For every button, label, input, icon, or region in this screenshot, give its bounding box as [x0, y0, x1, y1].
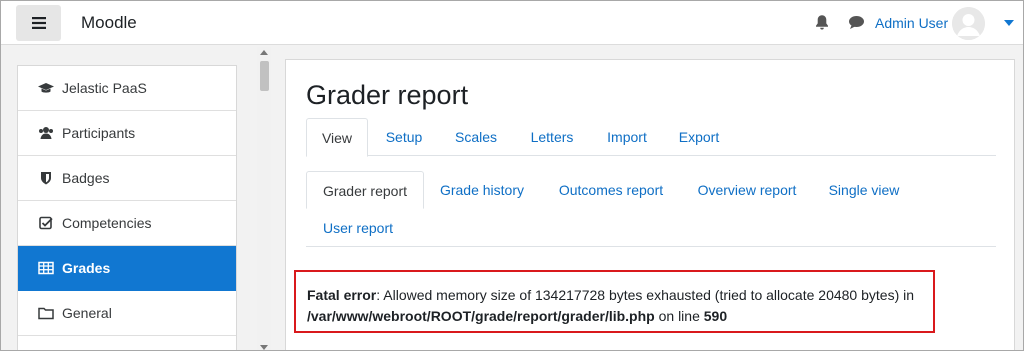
secondary-tabs: Grader report Grade history Outcomes rep…: [306, 171, 996, 247]
nav-drawer: Jelastic PaaS Participants Badges Compet…: [17, 65, 237, 350]
nav-item-grades[interactable]: Grades: [18, 246, 236, 291]
error-line-number: 590: [703, 308, 728, 324]
user-menu-name[interactable]: Admin User: [875, 15, 948, 31]
subtab-single-view[interactable]: Single view: [820, 171, 908, 209]
shield-icon: [41, 172, 51, 185]
scroll-down-arrow-icon[interactable]: [260, 345, 268, 350]
tab-letters[interactable]: Letters: [521, 118, 583, 156]
nav-item-label: Grades: [62, 260, 111, 276]
tab-export[interactable]: Export: [669, 118, 729, 156]
folder-icon: [38, 307, 54, 320]
nav-item-label: General: [62, 305, 112, 321]
browser-frame: Moodle Admin User Jelastic PaaS Particip…: [0, 0, 1024, 351]
nav-item-label: Badges: [62, 170, 110, 186]
top-navbar: Moodle Admin User: [1, 1, 1023, 45]
avatar[interactable]: [952, 7, 985, 40]
subtab-grader-report[interactable]: Grader report: [306, 171, 424, 209]
tab-view[interactable]: View: [306, 118, 368, 157]
nav-item-jelastic-paas[interactable]: Jelastic PaaS: [18, 66, 236, 111]
tab-scales[interactable]: Scales: [446, 118, 506, 156]
checkbox-icon: [39, 216, 53, 230]
user-avatar-icon: [952, 7, 985, 40]
bell-icon[interactable]: [814, 14, 830, 31]
nav-item-general[interactable]: General: [18, 291, 236, 336]
tab-import[interactable]: Import: [596, 118, 658, 156]
nav-item-competencies[interactable]: Competencies: [18, 201, 236, 246]
fatal-error-message: Fatal error: Allowed memory size of 1342…: [294, 270, 935, 333]
error-file-path: /var/www/webroot/ROOT/grade/report/grade…: [307, 308, 655, 324]
tab-setup[interactable]: Setup: [376, 118, 432, 156]
scrollbar-thumb[interactable]: [260, 61, 269, 91]
table-icon: [38, 261, 54, 275]
menu-toggle-button[interactable]: [16, 5, 61, 41]
nav-item-label: Competencies: [62, 215, 152, 231]
nav-item-label: Participants: [62, 125, 136, 141]
scroll-up-arrow-icon[interactable]: [260, 50, 268, 55]
subtab-overview-report[interactable]: Overview report: [687, 171, 807, 209]
nav-item-label: Jelastic PaaS: [62, 80, 147, 96]
primary-tabs: View Setup Scales Letters Import Export: [306, 118, 996, 157]
page-title: Grader report: [306, 80, 469, 110]
subtab-outcomes-report[interactable]: Outcomes report: [549, 171, 673, 209]
chevron-down-icon[interactable]: [1004, 20, 1014, 26]
hamburger-icon: [31, 17, 46, 29]
error-on-line-text: on line: [654, 308, 704, 324]
subtab-user-report[interactable]: User report: [314, 209, 402, 247]
chat-icon[interactable]: [848, 15, 865, 30]
nav-item-badges[interactable]: Badges: [18, 156, 236, 201]
main-content-card: Grader report View Setup Scales Letters …: [285, 59, 1015, 350]
subtab-grade-history[interactable]: Grade history: [430, 171, 534, 209]
drawer-scrollbar[interactable]: [257, 47, 271, 350]
nav-item-participants[interactable]: Participants: [18, 111, 236, 156]
error-text: : Allowed memory size of 134217728 bytes…: [376, 287, 915, 303]
graduation-cap-icon: [38, 83, 54, 93]
site-brand[interactable]: Moodle: [81, 13, 137, 33]
error-label: Fatal error: [307, 287, 377, 303]
users-icon: [39, 127, 53, 139]
